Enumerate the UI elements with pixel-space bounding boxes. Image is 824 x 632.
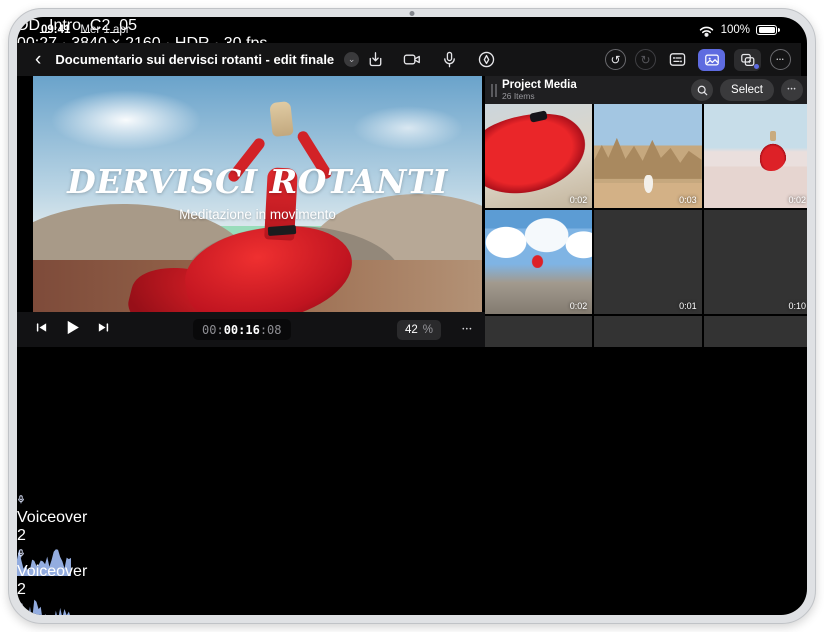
pencil-tool-icon[interactable] [474,49,498,71]
clip-duration: 0:10 [788,301,806,311]
wifi-icon [698,19,715,41]
dervish-hat [269,101,293,137]
date: Mer 1 apr [80,24,129,36]
viewer-zoom-control[interactable]: 42% [397,320,441,340]
clip-duration: 0:02 [570,301,588,311]
mic-icon [17,599,25,615]
media-item-count: 26 Items [502,92,577,101]
microphone-icon[interactable] [437,49,461,71]
timeline-clip-voiceover-2[interactable]: Voiceover 2 [17,491,71,545]
clip-duration: 0:03 [679,195,697,205]
clip-duration: 0:02 [570,195,588,205]
media-grid: 0:02 0:03 0:02 0:02 0:01 0:10 [485,104,807,347]
viewer: DERVISCI ROTANTI Meditazione in moviment… [17,76,485,347]
zoom-unit: % [423,324,433,336]
mic-icon [17,545,25,562]
media-thumbnail-salt-flat-dervish[interactable]: 0:02 [704,104,807,208]
front-camera [410,11,415,16]
zoom-value: 42 [405,324,418,336]
panel-drag-handle[interactable] [491,84,493,97]
title-dropdown-button[interactable]: ⌄ [344,52,359,67]
import-icon[interactable] [363,49,387,71]
more-button[interactable]: ••• [770,49,791,70]
next-frame-button[interactable] [97,321,110,339]
media-thumbnail-dervish-swirl-closeup[interactable]: 0:02 [485,104,592,208]
clip-duration: 0:01 [679,301,697,311]
media-panel-title: Project Media [502,79,577,92]
dervish-belt [268,225,297,236]
search-button[interactable] [691,79,713,101]
media-thumbnail-spinning-dervish-badlands[interactable]: 0:01 [594,210,701,314]
screen: 09:41 Mer 1 apr 100% ‹ Documentario sui … [17,17,807,615]
notification-dot [754,64,759,69]
media-panel: 0:02 0:03 0:02 0:02 0:01 0:10 Project Media 2… [485,76,807,347]
back-button[interactable]: ‹ [31,50,45,69]
media-more-button[interactable]: ••• [781,79,803,101]
battery-percent: 100% [721,24,750,36]
media-thumbnail-reeds-dervish[interactable]: 0:10 [704,210,807,314]
video-canvas[interactable]: DERVISCI ROTANTI Meditazione in moviment… [33,76,482,312]
project-title: Documentario sui dervisci rotanti - edit… [55,52,334,67]
clip-label: Voiceover 2 [17,509,87,544]
timecode-display[interactable]: 00:00:16:08 [193,319,291,340]
cloud [353,106,463,150]
media-browser-button[interactable] [698,49,725,71]
clip-label: Voiceover 2 [17,563,87,598]
battery-icon [756,25,777,36]
media-thumbnail-sky-clouds[interactable] [704,316,807,347]
play-button[interactable] [64,319,81,341]
viewer-more-button[interactable]: ••• [462,320,473,340]
transport-bar: 00:00:16:08 42% ••• [17,312,485,347]
media-panel-header: Project Media 26 Items Select ••• [485,76,807,104]
media-select-button[interactable]: Select [720,79,774,101]
media-thumbnail-clouds-hill-dervish[interactable]: 0:02 [485,210,592,314]
subtitle-overlay: Meditazione in movimento [33,207,482,222]
previous-frame-button[interactable] [35,321,48,339]
status-bar: 09:41 Mer 1 apr 100% [17,17,801,43]
mic-icon [17,491,25,508]
redo-button[interactable]: ↻ [635,49,656,70]
timecode-hours: 00: [202,323,224,337]
ipad-frame: 09:41 Mer 1 apr 100% ‹ Documentario sui … [8,8,816,624]
timeline-clip[interactable] [17,437,65,491]
undo-button[interactable]: ↺ [605,49,626,70]
camera-icon[interactable] [400,49,424,71]
effects-browser-button[interactable] [734,49,761,71]
inspector-panel-icon[interactable] [665,49,689,71]
title-bar: ‹ Documentario sui dervisci rotanti - ed… [17,43,801,76]
title-overlay: DERVISCI ROTANTI [33,162,482,201]
media-thumbnail-red-jacket-walk[interactable] [485,316,592,347]
media-thumbnail-felt-hat-profile[interactable] [594,316,701,347]
media-thumbnail-rock-formations[interactable]: 0:03 [594,104,701,208]
timecode-main: 00:16 [224,323,260,337]
cloud [51,90,201,150]
clock: 09:41 [41,24,70,36]
timecode-frames: :08 [260,323,282,337]
clip-duration: 0:02 [788,195,806,205]
